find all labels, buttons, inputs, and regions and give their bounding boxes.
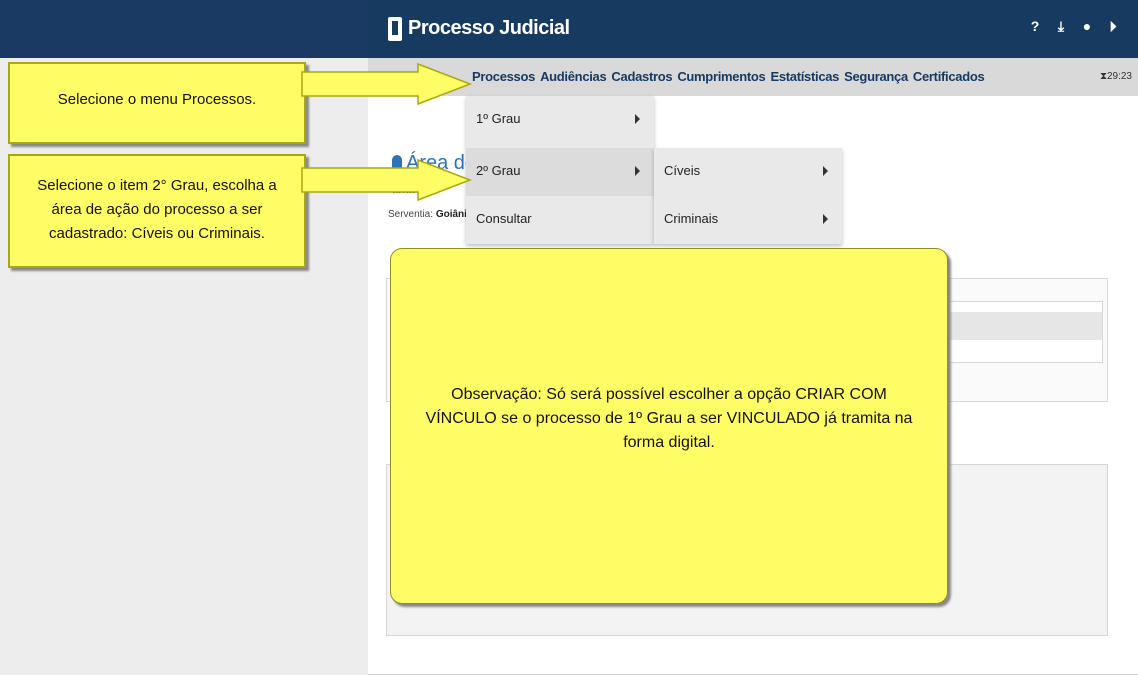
header-icons: ? ⤓ ● ⏵ xyxy=(1028,18,1120,35)
caret-right-icon xyxy=(635,114,640,124)
menu-seguranca[interactable]: Segurança xyxy=(844,69,908,84)
download-icon[interactable]: ⤓ xyxy=(1054,18,1068,35)
app-header: Processo Judicial ? ⤓ ● ⏵ xyxy=(368,0,1138,58)
callout-observacao: Observação: Só será possível escolher a … xyxy=(390,248,948,604)
menu-cumprimentos[interactable]: Cumprimentos xyxy=(677,69,765,84)
menu-processos[interactable]: Processos xyxy=(472,69,535,84)
caret-right-icon xyxy=(823,166,828,176)
left-topbar xyxy=(0,0,368,58)
processos-dropdown: 1º Grau 2º Grau Consultar xyxy=(466,96,654,244)
submenu-item-label: Cíveis xyxy=(664,163,701,178)
submenu-item-label: Criminais xyxy=(664,211,719,226)
dropdown-item-label: Consultar xyxy=(476,211,532,226)
user-icon xyxy=(392,155,402,169)
submenu-item-criminais[interactable]: Criminais xyxy=(654,196,842,244)
menu-estatisticas[interactable]: Estatísticas xyxy=(770,69,839,84)
callout-select-2-grau: Selecione o item 2° Grau, escolha a área… xyxy=(8,154,306,268)
app-title: Processo Judicial xyxy=(408,17,570,39)
callout-text: Selecione o menu Processos. xyxy=(57,91,257,108)
2-grau-submenu: Cíveis Criminais xyxy=(654,148,842,244)
help-icon[interactable]: ? xyxy=(1028,18,1042,35)
page-title: Área do xyxy=(392,152,476,175)
serventia-label: Serventia: xyxy=(388,209,434,220)
user-name: anta Je xyxy=(392,184,430,196)
callout-text: Selecione o item 2° Grau, escolha a área… xyxy=(37,177,277,242)
chat-icon[interactable]: ● xyxy=(1080,18,1094,35)
caret-right-icon xyxy=(823,214,828,224)
dropdown-item-label: 2º Grau xyxy=(476,163,521,178)
serventia-line: Serventia: Goiâni xyxy=(388,209,467,220)
dropdown-item-consultar[interactable]: Consultar xyxy=(466,196,654,244)
menu-audiencias[interactable]: Audiências xyxy=(540,69,607,84)
callout-select-processos: Selecione o menu Processos. xyxy=(8,62,306,144)
menu-cadastros[interactable]: Cadastros xyxy=(611,69,672,84)
callout-text: Observação: Só será possível escolher a … xyxy=(425,386,913,451)
dropdown-item-1-grau[interactable]: 1º Grau xyxy=(466,96,654,144)
main-menubar: Processos Audiências Cadastros Cumprimen… xyxy=(368,58,1138,96)
menu-certificados[interactable]: Certificados xyxy=(913,69,985,84)
menu-items: Processos Audiências Cadastros Cumprimen… xyxy=(472,69,985,84)
session-timer: ⧗29:23 xyxy=(1099,71,1132,82)
caret-right-icon xyxy=(635,166,640,176)
logout-icon[interactable]: ⏵ xyxy=(1106,18,1120,35)
submenu-item-civeis[interactable]: Cíveis xyxy=(654,148,842,196)
dropdown-item-label: 1º Grau xyxy=(476,111,521,126)
app-logo-icon xyxy=(388,17,402,41)
serventia-value: Goiâni xyxy=(435,209,467,220)
dropdown-item-2-grau[interactable]: 2º Grau xyxy=(466,148,654,196)
